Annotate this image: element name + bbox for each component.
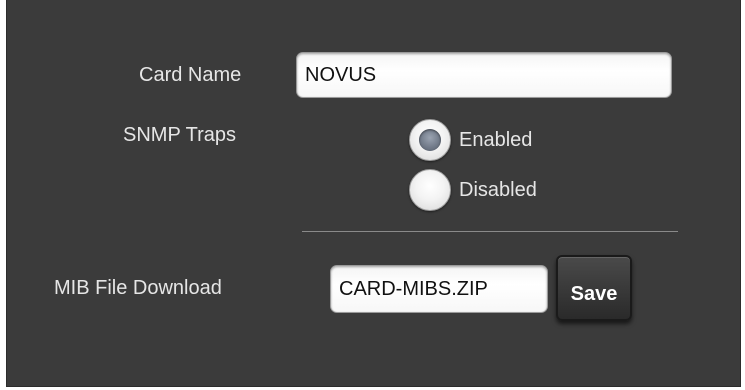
snmp-disabled-label: Disabled [459, 178, 537, 201]
mib-file-input[interactable] [330, 265, 548, 313]
save-button-label: Save [570, 283, 618, 305]
section-divider [302, 231, 678, 232]
snmp-disabled-radio[interactable] [409, 169, 451, 211]
card-settings-panel: Card Name SNMP Traps Enabled Disabled MI… [6, 0, 741, 387]
snmp-enabled-label: Enabled [459, 128, 533, 151]
save-button[interactable]: Save [556, 255, 632, 321]
snmp-disabled-option[interactable]: Disabled [409, 169, 537, 211]
mib-file-download-label: MIB File Download [54, 277, 222, 299]
snmp-enabled-radio[interactable] [409, 119, 451, 161]
card-name-input[interactable] [296, 52, 672, 98]
snmp-enabled-option[interactable]: Enabled [409, 119, 532, 161]
card-name-label: Card Name [139, 64, 242, 86]
snmp-traps-label: SNMP Traps [123, 124, 236, 146]
